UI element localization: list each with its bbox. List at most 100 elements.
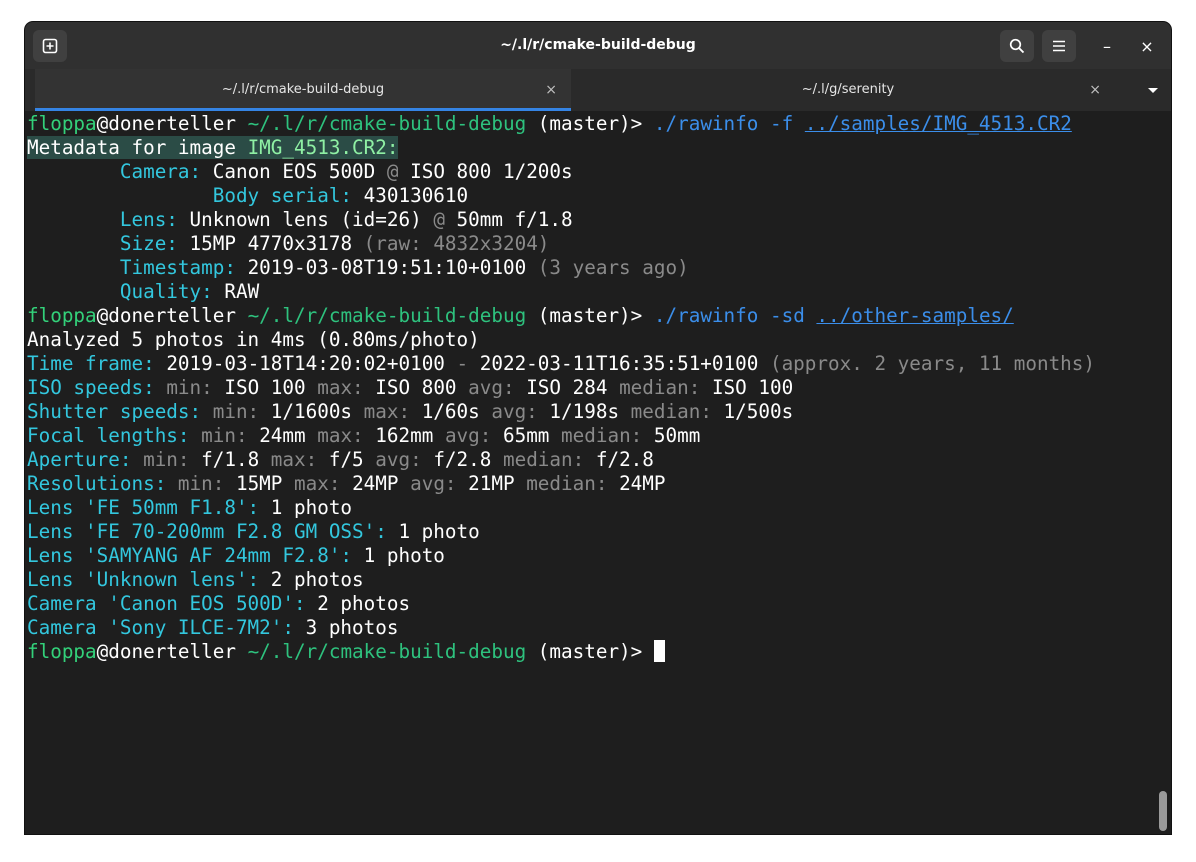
dir-link[interactable]: ../other-samples/ bbox=[816, 304, 1013, 327]
tab-bar: ~/.l/r/cmake-build-debug × ~/.l/g/sereni… bbox=[25, 69, 1171, 111]
terminal-text: min: bbox=[201, 424, 248, 447]
terminal-text: Metadata for image bbox=[27, 136, 248, 159]
terminal-text: Time frame: bbox=[27, 352, 155, 375]
terminal-text: RAW bbox=[224, 280, 260, 303]
tab-serenity[interactable]: ~/.l/g/serenity × bbox=[581, 69, 1115, 111]
terminal-text: 430130610 bbox=[363, 184, 469, 207]
terminal-text: Body serial: bbox=[212, 184, 353, 207]
terminal-text: @ bbox=[96, 304, 109, 327]
terminal-text: 65mm bbox=[502, 424, 550, 447]
search-button[interactable] bbox=[1000, 30, 1034, 62]
close-icon: × bbox=[1140, 36, 1154, 56]
close-window-button[interactable]: × bbox=[1132, 30, 1162, 62]
terminal-text: Metadata for image IMG_4513.CR2: bbox=[27, 136, 399, 159]
terminal-text: ISO 100 bbox=[711, 376, 794, 399]
prompt-line[interactable]: floppa@donerteller ~/.l/r/cmake-build-de… bbox=[27, 640, 1155, 664]
terminal-text: 50mm bbox=[653, 424, 701, 447]
terminal-text: 2 photos bbox=[270, 568, 364, 591]
terminal-text: median: bbox=[502, 448, 585, 471]
terminal-text: Quality: bbox=[119, 280, 213, 303]
terminal-text: max: bbox=[270, 448, 318, 471]
terminal-text: Camera 'Canon EOS 500D': bbox=[27, 592, 306, 615]
output-line: Resolutions: min: 15MP max: 24MP avg: 21… bbox=[27, 472, 1155, 496]
terminal-text: Camera: bbox=[119, 160, 202, 183]
tab-label: ~/.l/g/serenity bbox=[801, 82, 895, 97]
output-line: Lens: Unknown lens (id=26) @ 50mm f/1.8 bbox=[27, 208, 1155, 232]
minimize-button[interactable]: – bbox=[1092, 30, 1122, 62]
terminal-text: floppa bbox=[27, 112, 97, 135]
terminal-text: 24mm bbox=[259, 424, 306, 447]
terminal-text: Focal lengths: bbox=[27, 424, 190, 447]
terminal-text: donerteller bbox=[108, 640, 236, 663]
terminal-text: 1/1600s bbox=[270, 400, 353, 423]
terminal-text: 1/500s bbox=[723, 400, 794, 423]
terminal-text: ISO 800 1/200s bbox=[410, 160, 573, 183]
terminal-text: avg: bbox=[375, 448, 422, 471]
terminal-text: -f bbox=[769, 112, 794, 135]
output-line: Body serial: 430130610 bbox=[27, 184, 1155, 208]
terminal-text: ~/.l/r/cmake-build-debug bbox=[247, 304, 527, 327]
terminal-text: @ bbox=[433, 208, 445, 231]
terminal-text: avg: bbox=[410, 472, 457, 495]
terminal-text: 15MP bbox=[235, 472, 283, 495]
scrollbar-thumb[interactable] bbox=[1159, 791, 1167, 831]
terminal-text: ISO 800 bbox=[375, 376, 457, 399]
tabs-dropdown-button[interactable] bbox=[1145, 82, 1161, 98]
terminal-text: 1 photo bbox=[363, 544, 445, 567]
terminal-text: Canon EOS 500D bbox=[212, 160, 376, 183]
file-link[interactable]: ../samples/IMG_4513.CR2 bbox=[805, 112, 1072, 135]
terminal-text: ./rawinfo bbox=[653, 304, 759, 327]
terminal-text: -sd bbox=[769, 304, 805, 327]
search-icon bbox=[1009, 38, 1025, 54]
terminal-text: avg: bbox=[468, 376, 515, 399]
terminal-text: - bbox=[456, 352, 469, 375]
tab-close-icon[interactable]: × bbox=[545, 69, 557, 111]
terminal-text: Size: bbox=[119, 232, 178, 255]
terminal-text: donerteller bbox=[108, 304, 236, 327]
terminal-text: donerteller bbox=[108, 112, 236, 135]
tab-close-icon[interactable]: × bbox=[1089, 69, 1101, 111]
prompt-line: floppa@donerteller ~/.l/r/cmake-build-de… bbox=[27, 304, 1155, 328]
terminal-text: Lens 'Unknown lens': bbox=[27, 568, 260, 591]
terminal-text: floppa bbox=[27, 304, 97, 327]
text-cursor bbox=[653, 640, 665, 662]
tab-label: ~/.l/r/cmake-build-debug bbox=[221, 82, 385, 97]
menu-button[interactable] bbox=[1042, 30, 1076, 62]
terminal-text: median: bbox=[630, 400, 712, 423]
terminal-text: ISO 284 bbox=[526, 376, 608, 399]
terminal-text: Resolutions: bbox=[27, 472, 167, 495]
output-line: ISO speeds: min: ISO 100 max: ISO 800 av… bbox=[27, 376, 1155, 400]
terminal-text: 15MP 4770x3178 bbox=[189, 232, 353, 255]
output-line: Aperture: min: f/1.8 max: f/5 avg: f/2.8… bbox=[27, 448, 1155, 472]
terminal-text: median: bbox=[619, 376, 701, 399]
terminal-text: ~/.l/r/cmake-build-debug bbox=[247, 112, 527, 135]
terminal-output[interactable]: floppa@donerteller ~/.l/r/cmake-build-de… bbox=[25, 111, 1155, 834]
terminal-text: ISO speeds: bbox=[27, 376, 155, 399]
scrollbar-track[interactable] bbox=[1155, 111, 1171, 834]
output-line: Analyzed 5 photos in 4ms (0.80ms/photo) bbox=[27, 328, 1155, 352]
terminal-text: f/2.8 bbox=[433, 448, 492, 471]
output-line: Time frame: 2019-03-18T14:20:02+0100 - 2… bbox=[27, 352, 1155, 376]
chevron-down-icon bbox=[1148, 88, 1158, 93]
terminal-text: floppa bbox=[27, 640, 97, 663]
terminal-text: Lens 'FE 50mm F1.8': bbox=[27, 496, 260, 519]
terminal-text: Camera 'Sony ILCE-7M2': bbox=[27, 616, 294, 639]
terminal-text: avg: bbox=[491, 400, 538, 423]
terminal-text: Analyzed 5 photos in 4ms (0.80ms/photo) bbox=[27, 328, 480, 351]
terminal-text: 1 photo bbox=[398, 520, 480, 543]
terminal-window: ~/.l/r/cmake-build-debug – × ~/.l/r/cmak… bbox=[25, 22, 1171, 834]
terminal-text: Timestamp: bbox=[119, 256, 236, 279]
output-line: Size: 15MP 4770x3178 (raw: 4832x3204) bbox=[27, 232, 1155, 256]
terminal-text: 3 photos bbox=[305, 616, 399, 639]
terminal-text: 1/60s bbox=[421, 400, 480, 423]
terminal-text: min: bbox=[143, 448, 190, 471]
terminal-text: median: bbox=[526, 472, 608, 495]
metadata-header: Metadata for image IMG_4513.CR2: bbox=[27, 136, 1155, 160]
terminal-text: Lens 'FE 70-200mm F2.8 GM OSS': bbox=[27, 520, 387, 543]
tab-cmake-build-debug[interactable]: ~/.l/r/cmake-build-debug × bbox=[35, 69, 571, 111]
terminal-text: (approx. 2 years, 11 months) bbox=[769, 352, 1096, 375]
terminal-text: max: bbox=[317, 424, 364, 447]
terminal-text: Lens 'SAMYANG AF 24mm F2.8': bbox=[27, 544, 353, 567]
terminal-text: ~/.l/r/cmake-build-debug bbox=[247, 640, 527, 663]
output-line: Quality: RAW bbox=[27, 280, 1155, 304]
